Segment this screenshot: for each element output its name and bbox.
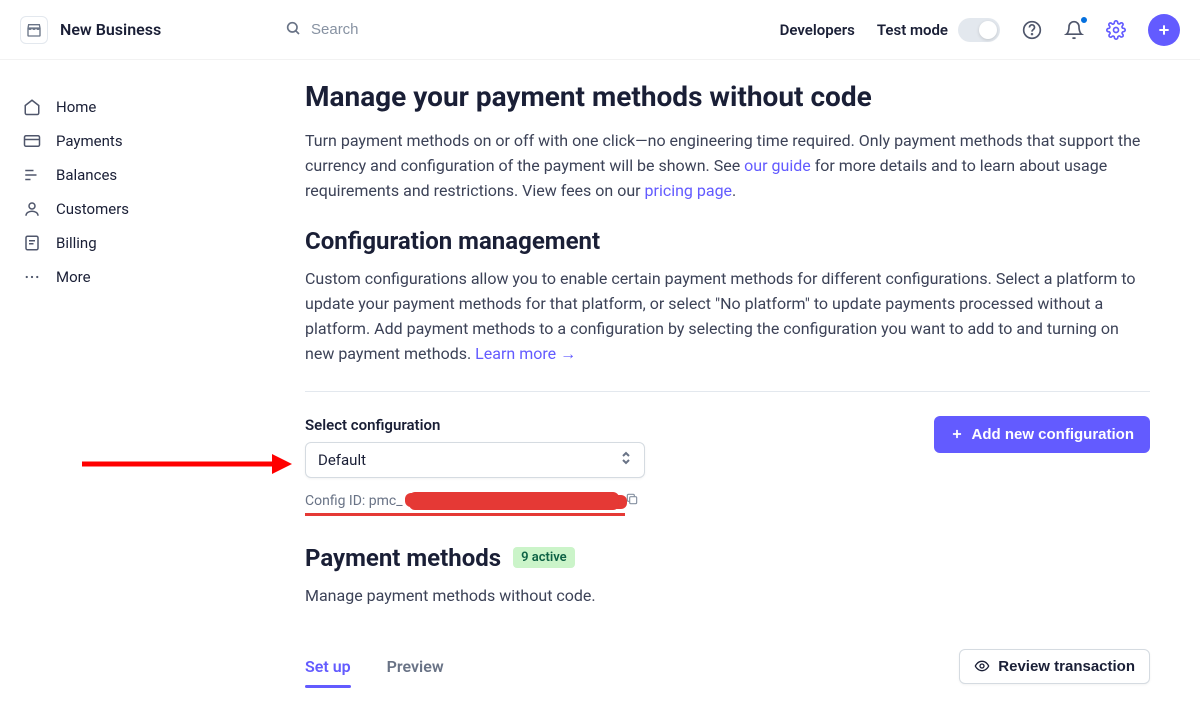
sidebar-item-label: Customers (56, 200, 129, 218)
sidebar-item-label: Home (56, 98, 96, 116)
sidebar-item-payments[interactable]: Payments (12, 124, 273, 158)
config-id-label: Config ID: pmc_ (305, 493, 403, 509)
testmode-label: Test mode (877, 21, 948, 39)
balances-icon (22, 166, 42, 184)
config-selected-value: Default (318, 451, 366, 469)
sidebar-item-label: More (56, 268, 91, 286)
updown-icon (620, 450, 632, 470)
store-icon (20, 16, 48, 44)
add-configuration-button[interactable]: Add new configuration (934, 416, 1151, 453)
brand-name[interactable]: New Business (60, 20, 161, 39)
sidebar-item-more[interactable]: More (12, 260, 273, 294)
search-input[interactable] (311, 21, 511, 38)
copy-icon[interactable] (625, 492, 639, 510)
more-icon (22, 268, 42, 286)
config-select[interactable]: Default (305, 442, 645, 478)
pricing-link[interactable]: pricing page (645, 181, 733, 200)
person-icon (22, 200, 42, 218)
sidebar-item-label: Payments (56, 132, 123, 150)
card-icon (22, 132, 42, 150)
payment-methods-title: Payment methods (305, 544, 501, 572)
search-icon (285, 20, 301, 40)
red-underline-annotation (305, 513, 625, 516)
tab-setup[interactable]: Set up (305, 647, 351, 686)
sidebar-item-home[interactable]: Home (12, 90, 273, 124)
config-mgmt-desc: Custom configurations allow you to enabl… (305, 267, 1150, 366)
active-badge: 9 active (513, 547, 575, 568)
select-config-label: Select configuration (305, 416, 645, 434)
notifications-icon[interactable] (1064, 20, 1084, 40)
testmode-toggle[interactable] (958, 18, 1000, 42)
sidebar-item-balances[interactable]: Balances (12, 158, 273, 192)
sidebar-item-customers[interactable]: Customers (12, 192, 273, 226)
developers-link[interactable]: Developers (780, 21, 855, 39)
create-button[interactable] (1148, 14, 1180, 46)
help-icon[interactable] (1022, 20, 1042, 40)
section-desc: Turn payment methods on or off with one … (305, 129, 1150, 203)
divider (305, 391, 1150, 392)
sidebar-item-billing[interactable]: Billing (12, 226, 273, 260)
learn-more-link[interactable]: Learn more → (475, 344, 576, 363)
sidebar-item-label: Billing (56, 234, 97, 252)
redacted-config-id (409, 494, 619, 508)
home-icon (22, 98, 42, 116)
notification-dot (1080, 16, 1088, 24)
sidebar-item-label: Balances (56, 166, 117, 184)
tab-preview[interactable]: Preview (387, 647, 444, 686)
receipt-icon (22, 234, 42, 252)
section-title: Manage your payment methods without code (305, 80, 1150, 113)
config-mgmt-title: Configuration management (305, 227, 1150, 255)
payment-methods-desc: Manage payment methods without code. (305, 586, 1150, 605)
guide-link[interactable]: our guide (744, 156, 811, 175)
settings-icon[interactable] (1106, 20, 1126, 40)
review-transaction-button[interactable]: Review transaction (959, 649, 1150, 684)
